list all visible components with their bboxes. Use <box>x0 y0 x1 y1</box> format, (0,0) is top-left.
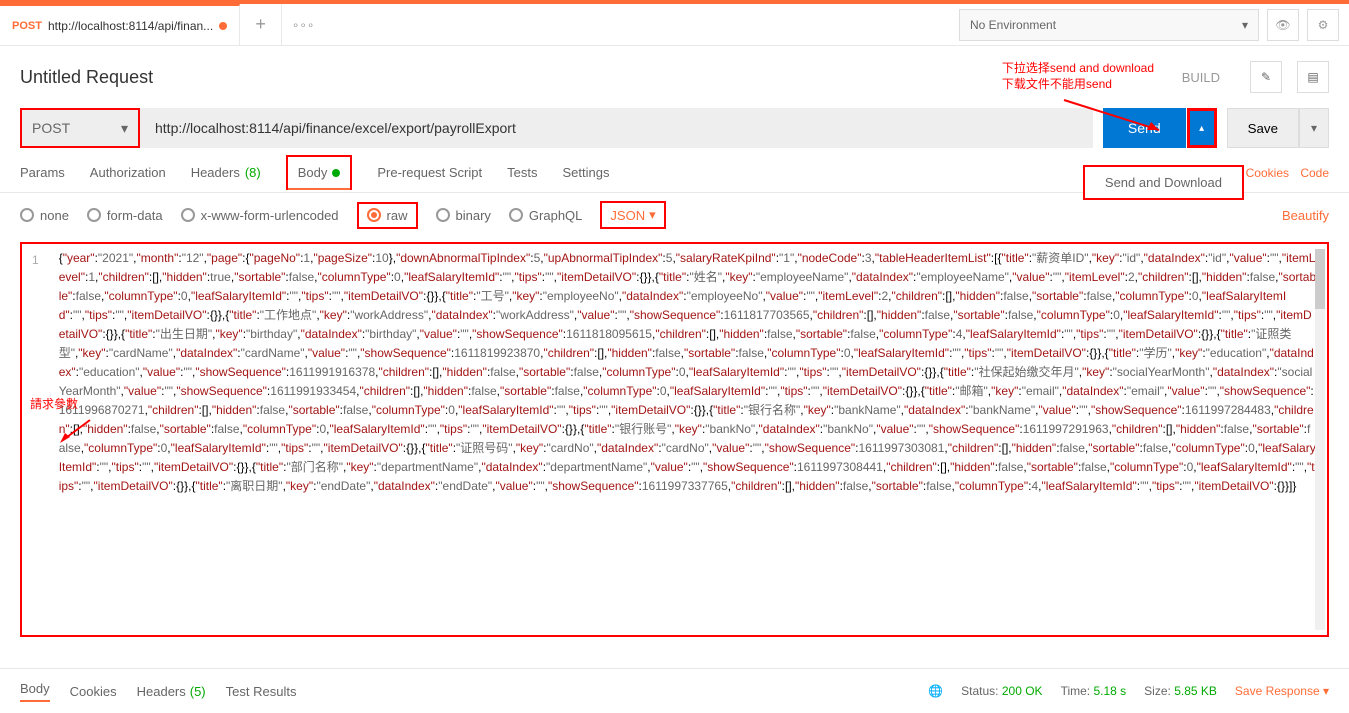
tab-title: http://localhost:8114/api/finan... <box>48 19 213 33</box>
tab-body[interactable]: Body <box>286 155 353 190</box>
cookies-link[interactable]: Cookies <box>1246 166 1289 180</box>
line-number: 1 <box>32 249 39 496</box>
body-xwww[interactable]: x-www-form-urlencoded <box>181 208 339 223</box>
eye-icon[interactable]: 👁 <box>1267 9 1299 41</box>
tab-params[interactable]: Params <box>20 155 65 190</box>
method-select[interactable]: POST ▾ <box>20 108 140 148</box>
env-label: No Environment <box>970 18 1056 32</box>
body-binary[interactable]: binary <box>436 208 491 223</box>
save-dropdown[interactable]: ▾ <box>1299 108 1329 148</box>
chevron-down-icon: ▾ <box>1242 18 1248 32</box>
edit-icon[interactable]: ✎ <box>1250 61 1282 93</box>
save-response-button[interactable]: Save Response ▾ <box>1235 684 1329 698</box>
tab-prerequest[interactable]: Pre-request Script <box>377 155 482 190</box>
body-formdata[interactable]: form-data <box>87 208 163 223</box>
footer-tab-body[interactable]: Body <box>20 681 50 702</box>
tab-method: POST <box>12 20 42 32</box>
tab-tests[interactable]: Tests <box>507 155 537 190</box>
request-title: Untitled Request <box>20 67 1167 88</box>
tab-authorization[interactable]: Authorization <box>90 155 166 190</box>
body-none[interactable]: none <box>20 208 69 223</box>
unsaved-dot-icon <box>219 22 227 30</box>
tab-settings[interactable]: Settings <box>562 155 609 190</box>
build-button[interactable]: BUILD <box>1182 70 1220 85</box>
footer-tab-cookies[interactable]: Cookies <box>70 684 117 699</box>
json-body[interactable]: {"year":"2021","month":"12","page":{"pag… <box>59 249 1317 496</box>
tab-headers[interactable]: Headers (8) <box>191 155 261 190</box>
add-tab-button[interactable]: + <box>240 4 282 46</box>
url-input[interactable] <box>140 108 1093 148</box>
globe-icon[interactable]: 🌐 <box>928 684 943 698</box>
beautify-button[interactable]: Beautify <box>1282 208 1329 223</box>
footer-tab-tests[interactable]: Test Results <box>226 684 297 699</box>
send-dropdown[interactable] <box>1187 108 1217 148</box>
chevron-down-icon: ▾ <box>121 120 128 137</box>
annotation-2: 請求參數 <box>30 395 78 412</box>
body-raw[interactable]: raw <box>367 208 408 223</box>
request-tab[interactable]: POST http://localhost:8114/api/finan... <box>0 4 240 46</box>
size-label: Size: 5.85 KB <box>1144 684 1217 698</box>
body-graphql[interactable]: GraphQL <box>509 208 582 223</box>
json-editor[interactable]: 1 {"year":"2021","month":"12","page":{"p… <box>20 242 1329 637</box>
time-label: Time: 5.18 s <box>1061 684 1127 698</box>
environment-select[interactable]: No Environment ▾ <box>959 9 1259 41</box>
settings-icon[interactable]: ⚙ <box>1307 9 1339 41</box>
body-format-select[interactable]: JSON ▾ <box>610 207 655 223</box>
annotation-1: 下拉选择send and download 下载文件不能用send <box>1002 60 1154 92</box>
response-footer: Body Cookies Headers (5) Test Results 🌐 … <box>0 668 1349 713</box>
arrow-1-icon <box>1059 95 1169 135</box>
arrow-2-icon <box>55 415 95 445</box>
chevron-down-icon: ▾ <box>649 207 656 223</box>
send-and-download-option[interactable]: Send and Download <box>1083 165 1244 200</box>
tab-more-icon[interactable]: ∘∘∘ <box>282 18 324 32</box>
header: POST http://localhost:8114/api/finan... … <box>0 4 1349 46</box>
scrollbar[interactable] <box>1315 249 1325 630</box>
footer-tab-headers[interactable]: Headers (5) <box>137 684 206 699</box>
code-link[interactable]: Code <box>1300 166 1329 180</box>
save-button[interactable]: Save <box>1227 108 1299 148</box>
status-label: Status: 200 OK <box>961 684 1042 698</box>
active-dot-icon <box>332 169 340 177</box>
comment-icon[interactable]: ▤ <box>1297 61 1329 93</box>
